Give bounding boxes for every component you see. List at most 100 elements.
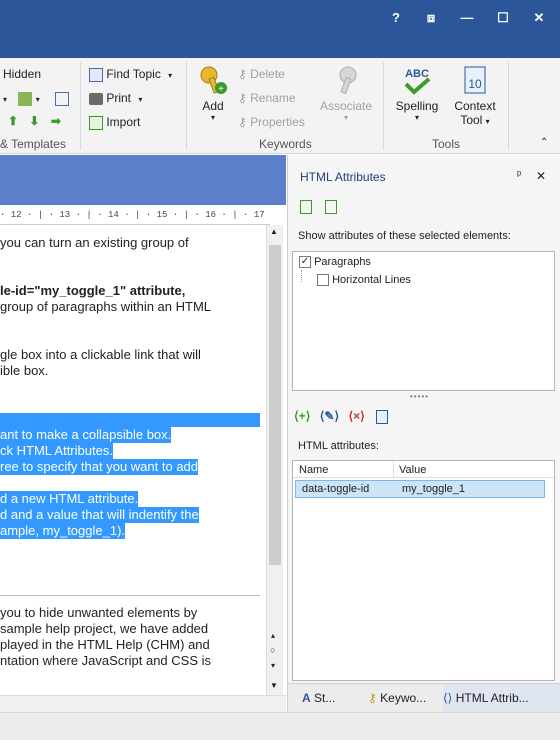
import-icon bbox=[89, 115, 103, 130]
document-header bbox=[0, 155, 286, 205]
tree-item-horizontal-lines[interactable]: Horizontal Lines bbox=[317, 274, 411, 287]
templates-group-label: & Templates bbox=[0, 137, 66, 151]
print-button[interactable]: Print ▾ bbox=[89, 91, 142, 105]
spelling-button[interactable]: ABC Spelling ▾ bbox=[393, 64, 441, 122]
chevron-down-icon: ▾ bbox=[485, 117, 490, 126]
vertical-scrollbar[interactable]: ▲ ▴ ○ ▾ ▼ bbox=[266, 225, 283, 695]
delete-keyword-button[interactable]: ⚷ Delete bbox=[238, 67, 285, 81]
status-bar bbox=[0, 712, 560, 740]
print-label: Print bbox=[106, 91, 132, 105]
help-button[interactable]: ? bbox=[385, 8, 407, 28]
attributes-table[interactable]: Name Value data-toggle-id my_toggle_1 bbox=[292, 460, 555, 681]
key-icon: ⚷ bbox=[368, 691, 377, 705]
elements-tree[interactable]: ✓ Paragraphs Horizontal Lines bbox=[292, 251, 555, 391]
key-delete-icon: ⚷ bbox=[238, 67, 247, 81]
tree-item-label: Horizontal Lines bbox=[332, 274, 411, 286]
doc-line: ible box. bbox=[0, 363, 49, 378]
edit-attribute-icon[interactable]: ⟨✎⟩ bbox=[320, 409, 339, 423]
column-header-name[interactable]: Name bbox=[299, 464, 328, 476]
context-tool-icon: 10 bbox=[464, 66, 486, 94]
doc-line: ntation where JavaScript and CSS is bbox=[0, 653, 211, 668]
checkbox-icon[interactable] bbox=[317, 274, 329, 287]
collapse-ribbon-button[interactable]: ⌃ bbox=[540, 137, 548, 148]
group-divider bbox=[80, 62, 81, 150]
associate-label: Associate bbox=[320, 99, 373, 113]
key-associate-icon bbox=[339, 66, 357, 95]
svg-text:+: + bbox=[218, 84, 224, 95]
uncheck-all-icon[interactable] bbox=[325, 199, 338, 214]
import-button[interactable]: Import bbox=[89, 115, 140, 130]
arrow-down-icon[interactable]: ⬇ bbox=[29, 114, 39, 128]
show-attributes-label: Show attributes of these selected elemen… bbox=[298, 230, 511, 242]
tab-styles[interactable]: A St... bbox=[302, 691, 335, 705]
add-keyword-button[interactable]: + Add ▾ bbox=[196, 64, 230, 122]
prev-page-icon[interactable]: ▴ bbox=[271, 631, 275, 640]
tab-html-attributes[interactable]: ⟨⟩ HTML Attrib... bbox=[443, 684, 560, 712]
attribute-toolbar: ⟨+⟩ ⟨✎⟩ ⟨×⟩ bbox=[294, 409, 389, 424]
scroll-thumb[interactable] bbox=[269, 245, 281, 565]
close-panel-button[interactable]: ✕ bbox=[536, 169, 546, 183]
edit-icon[interactable] bbox=[18, 91, 33, 106]
tree-item-paragraphs[interactable]: ✓ Paragraphs bbox=[299, 256, 371, 269]
checkbox-checked-icon[interactable]: ✓ bbox=[299, 256, 311, 269]
browse-object-icon[interactable]: ○ bbox=[270, 645, 275, 655]
column-divider[interactable] bbox=[393, 461, 394, 477]
doc-line: you can turn an existing group of bbox=[0, 235, 189, 250]
table-row[interactable]: data-toggle-id my_toggle_1 bbox=[295, 480, 545, 498]
doc-line: played in the HTML Help (CHM) and bbox=[0, 637, 210, 652]
delete-attribute-icon[interactable]: ⟨×⟩ bbox=[348, 409, 364, 423]
doc-line: group of paragraphs within an HTML bbox=[0, 299, 212, 314]
horizontal-scrollbar[interactable] bbox=[0, 695, 286, 712]
horizontal-line bbox=[0, 595, 260, 596]
tab-keywords[interactable]: ⚷ Keywo... bbox=[368, 691, 426, 705]
grid-icon[interactable] bbox=[55, 91, 70, 106]
restore-ribbon-button[interactable]: ⧈ bbox=[420, 8, 442, 28]
arrow-right-icon[interactable]: ➡ bbox=[51, 114, 61, 128]
hidden-button[interactable]: Hidden bbox=[3, 67, 41, 81]
close-button[interactable]: ✕ bbox=[528, 8, 550, 28]
tree-connector bbox=[301, 270, 302, 282]
context-tool-label-2: Tool bbox=[460, 113, 483, 127]
chevron-down-icon[interactable]: ▾ bbox=[3, 95, 7, 104]
document-editor[interactable]: you can turn an existing group of le-id=… bbox=[0, 225, 265, 695]
group-divider bbox=[383, 62, 384, 150]
chevron-down-icon[interactable]: ▾ bbox=[36, 95, 40, 104]
chevron-down-icon: ▾ bbox=[168, 71, 173, 80]
title-bar: ? ⧈ — ☐ ✕ bbox=[0, 0, 560, 58]
splitter-handle[interactable]: ••••• bbox=[410, 392, 429, 401]
rename-keyword-button[interactable]: ⚷ Rename bbox=[238, 91, 296, 105]
properties-icon[interactable] bbox=[376, 409, 389, 424]
find-topic-button[interactable]: Find Topic ▾ bbox=[89, 67, 172, 82]
ruler-marks: · 12 · | · 13 · | · 14 · | · 15 · | · 16… bbox=[0, 210, 270, 220]
tab-label: St... bbox=[314, 691, 336, 705]
context-tool-button[interactable]: 10 Context Tool ▾ bbox=[449, 64, 501, 127]
doc-line-selected: ree to specify that you want to add bbox=[0, 459, 199, 475]
keywords-group-label: Keywords bbox=[259, 137, 312, 151]
scroll-down-icon[interactable]: ▼ bbox=[270, 681, 278, 690]
doc-line: sample help project, we have added bbox=[0, 621, 209, 636]
scroll-up-icon[interactable]: ▲ bbox=[270, 227, 278, 236]
add-attribute-icon[interactable]: ⟨+⟩ bbox=[294, 409, 310, 423]
chevron-down-icon: ▾ bbox=[343, 113, 348, 122]
find-icon bbox=[89, 67, 103, 82]
attribute-value: my_toggle_1 bbox=[402, 483, 465, 495]
group-divider bbox=[186, 62, 187, 150]
tab-label: Keywo... bbox=[380, 691, 427, 705]
pin-icon[interactable]: ᵖ bbox=[517, 169, 521, 181]
check-all-icon[interactable] bbox=[300, 199, 312, 214]
maximize-button[interactable]: ☐ bbox=[492, 8, 514, 28]
doc-line: you to hide unwanted elements by bbox=[0, 605, 198, 620]
associate-button[interactable]: Associate ▾ bbox=[320, 64, 372, 122]
ruler: · 12 · | · 13 · | · 14 · | · 15 · | · 16… bbox=[0, 205, 270, 225]
arrow-up-icon[interactable]: ⬆ bbox=[8, 114, 18, 128]
abc-glyph: ABC bbox=[405, 68, 429, 80]
next-page-icon[interactable]: ▾ bbox=[271, 661, 275, 670]
html-attributes-panel: HTML Attributes ᵖ ✕ Show attributes of t… bbox=[287, 155, 560, 712]
properties-keyword-button[interactable]: ⚷ Properties bbox=[238, 115, 305, 129]
column-header-value[interactable]: Value bbox=[399, 464, 426, 476]
minimize-button[interactable]: — bbox=[456, 8, 478, 28]
doc-line: le-id="my_toggle_1" attribute, bbox=[0, 283, 186, 298]
rename-label: Rename bbox=[250, 91, 296, 105]
ten-glyph: 10 bbox=[468, 77, 482, 91]
move-arrows: ⬆ ⬇ ➡ bbox=[8, 114, 61, 128]
